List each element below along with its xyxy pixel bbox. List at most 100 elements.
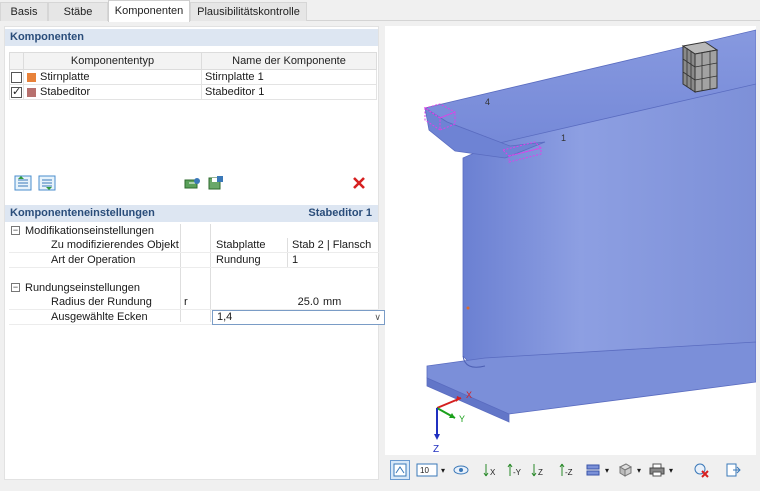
property-symbol: r [184, 296, 188, 308]
view-z-icon: Z [531, 464, 543, 477]
group-modification[interactable]: − Modifikationseinstellungen [9, 224, 379, 238]
delete-button[interactable] [349, 174, 369, 192]
render-mode-button[interactable] [615, 460, 635, 480]
reset-view-icon [694, 463, 709, 478]
chevron-down-icon: ∨ [374, 312, 381, 322]
table-header-check [9, 52, 24, 70]
property-label: Zu modifizierendes Objekt [51, 239, 179, 251]
svg-text:X: X [490, 468, 496, 477]
property-unit: mm [323, 296, 342, 308]
left-panel: Komponenten Komponententyp Name der Komp… [4, 26, 385, 480]
scale-icon: 10 [416, 463, 438, 477]
component-name: Stabeditor 1 [201, 84, 377, 100]
components-section-header: Komponenten [5, 29, 378, 46]
axis-x-label: X [466, 390, 472, 400]
zoom-value-button[interactable]: 10 [415, 460, 439, 480]
settings-section-header: Komponenteneinstellungen Stabeditor 1 [5, 205, 378, 222]
table-row[interactable]: Stirnplatte Stirnplatte 1 [9, 69, 377, 85]
property-value: Stabplatte [216, 239, 266, 251]
components-title: Komponenten [10, 31, 84, 43]
property-row[interactable]: Ausgewählte Ecken 1,4 ∨ [9, 310, 385, 325]
component-type-cell: Stabeditor [23, 84, 202, 100]
table-row[interactable]: Stabeditor Stabeditor 1 [9, 84, 377, 100]
move-up-button[interactable] [13, 174, 33, 192]
view-minus-y-button[interactable]: -Y [505, 460, 525, 480]
chevron-down-icon[interactable]: ▾ [635, 460, 643, 480]
chevron-down-icon[interactable]: ▾ [439, 460, 447, 480]
exit-icon [726, 463, 741, 477]
group-label: Rundungseinstellungen [25, 282, 140, 294]
corners-dropdown[interactable]: 1,4 ∨ [212, 310, 385, 325]
row-checkbox[interactable] [11, 85, 22, 98]
view-toolbar: 10 ▾ X -Y Z -Z ▾ ▾ ▾ [385, 455, 756, 485]
delete-icon [353, 177, 365, 189]
component-type: Stirnplatte [40, 71, 90, 83]
group-rounding[interactable]: − Rundungseinstellungen [9, 281, 379, 295]
move-down-button[interactable] [37, 174, 57, 192]
corner-label-4: 4 [485, 97, 490, 107]
save-component-button[interactable] [206, 174, 226, 192]
view-minus-z-icon: -Z [559, 463, 573, 477]
table-header-type: Komponententyp [23, 52, 202, 70]
list-arrow-up-icon [14, 175, 32, 191]
save-library-icon [208, 176, 223, 190]
property-value: Rundung [216, 254, 261, 266]
exit-button[interactable] [723, 460, 743, 480]
view-x-icon: X [483, 464, 496, 477]
collapse-icon[interactable]: − [11, 226, 20, 235]
view-mode-button[interactable] [390, 460, 410, 480]
property-label: Art der Operation [51, 254, 136, 266]
row-checkbox[interactable] [11, 71, 22, 83]
reset-view-button[interactable] [691, 460, 711, 480]
view-x-button[interactable]: X [481, 460, 501, 480]
table-header-name: Name der Komponente [201, 52, 377, 70]
corner-label-1: 1 [561, 133, 566, 143]
svg-text:10: 10 [420, 466, 429, 475]
view-cube-icon[interactable] [681, 41, 719, 93]
3d-viewport[interactable]: 4 1 X Y Z [385, 26, 756, 455]
settings-property-grid: − Modifikationseinstellungen Zu modifizi… [9, 224, 385, 325]
property-row[interactable]: Zu modifizierendes Objekt Stabplatte Sta… [9, 238, 379, 266]
display-model-button[interactable] [583, 460, 603, 480]
property-label: Ausgewählte Ecken [51, 311, 148, 323]
view-z-button[interactable]: Z [529, 460, 549, 480]
cube-render-icon [618, 463, 633, 477]
color-swatch [27, 87, 36, 97]
component-name: Stirnplatte 1 [201, 69, 377, 85]
property-label: Radius der Rundung [51, 296, 152, 308]
component-type: Stabeditor [40, 86, 91, 98]
tab-komponenten[interactable]: Komponenten [108, 0, 190, 22]
tab-plausibilitaetskontrolle[interactable]: Plausibilitätskontrolle [190, 2, 307, 21]
print-icon [649, 463, 665, 477]
view-mode-icon [393, 463, 407, 477]
property-row[interactable]: Radius der Rundung r 25.0 mm [9, 295, 379, 310]
components-table: Komponententyp Name der Komponente Stirn… [9, 52, 377, 100]
beam-3d-model[interactable]: 4 1 X Y Z [385, 26, 756, 455]
tab-basis[interactable]: Basis [0, 2, 48, 21]
import-button[interactable] [182, 174, 202, 192]
eye-display-icon [453, 465, 469, 475]
collapse-icon[interactable]: − [11, 283, 20, 292]
chevron-down-icon[interactable]: ▾ [603, 460, 611, 480]
import-icon [184, 178, 200, 189]
list-arrow-down-icon [38, 175, 56, 191]
tab-bar: Basis Stäbe Komponenten Plausibilitätsko… [0, 0, 760, 22]
axis-z-label: Z [433, 444, 439, 455]
color-swatch [27, 72, 36, 82]
view-minus-z-button[interactable]: -Z [557, 460, 577, 480]
tab-staebe[interactable]: Stäbe [48, 2, 108, 21]
corners-value: 1,4 [217, 311, 233, 323]
display-options-button[interactable] [451, 460, 471, 480]
radius-input[interactable]: 25.0 [212, 295, 319, 310]
settings-title: Komponenteneinstellungen [10, 207, 155, 219]
chevron-down-icon[interactable]: ▾ [667, 460, 675, 480]
property-row[interactable]: Art der Operation Rundung [9, 253, 379, 268]
axis-y-label: Y [459, 414, 465, 424]
svg-text:-Z: -Z [565, 468, 573, 477]
axis-gizmo: X Y Z [433, 390, 472, 455]
print-button[interactable] [647, 460, 667, 480]
component-type-cell: Stirnplatte [23, 69, 202, 85]
svg-text:-Y: -Y [513, 468, 522, 477]
layers-icon [586, 464, 600, 476]
view-minus-y-icon: -Y [507, 463, 522, 477]
